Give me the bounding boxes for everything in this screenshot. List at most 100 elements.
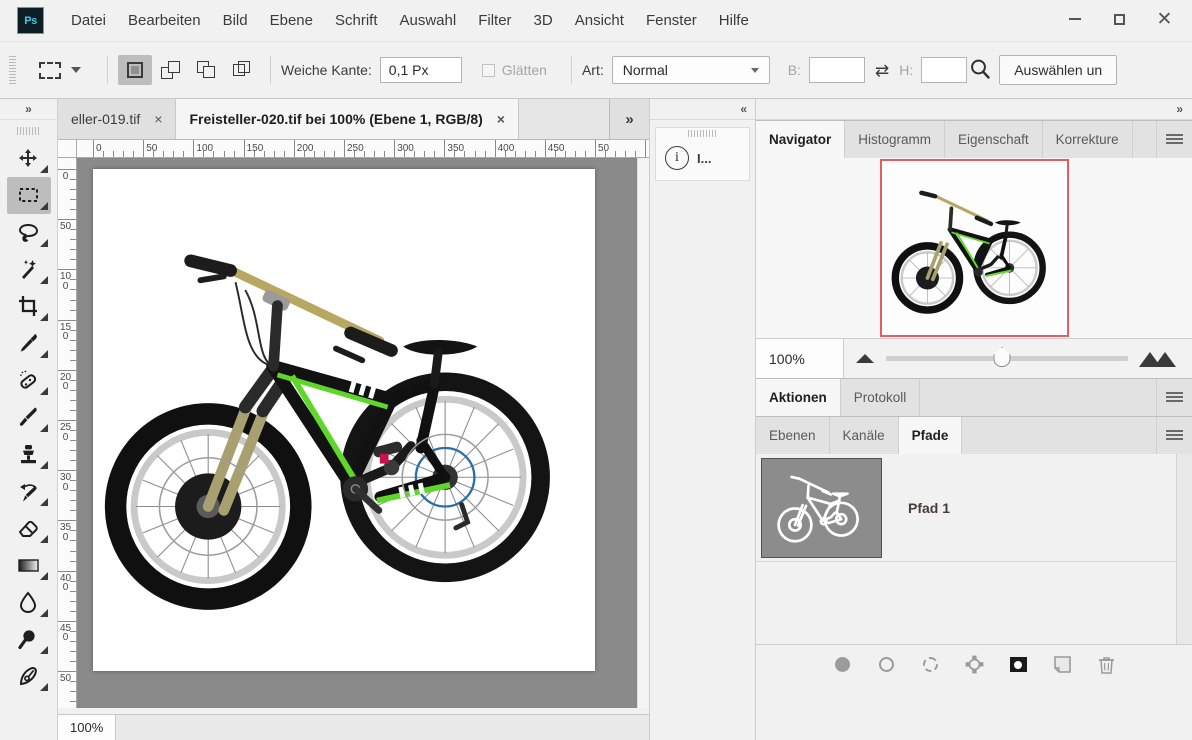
table-row[interactable]: Pfad 1 bbox=[756, 454, 1192, 562]
swap-arrows-icon[interactable]: ⇄ bbox=[875, 62, 889, 79]
pen-tool[interactable] bbox=[7, 658, 51, 695]
document-tab-active[interactable]: Freisteller-020.tif bei 100% (Ebene 1, R… bbox=[176, 99, 519, 139]
crop-tool[interactable] bbox=[7, 288, 51, 325]
stroke-path-button[interactable] bbox=[875, 654, 897, 676]
dodge-tool[interactable] bbox=[7, 621, 51, 658]
lasso-tool[interactable] bbox=[7, 214, 51, 251]
add-to-selection-button[interactable] bbox=[154, 55, 188, 85]
window-controls: ✕ bbox=[1052, 2, 1187, 36]
maximize-button[interactable] bbox=[1097, 2, 1142, 36]
brush-tool[interactable] bbox=[7, 399, 51, 436]
menu-item-ebene[interactable]: Ebene bbox=[259, 8, 324, 33]
small-mountain-icon[interactable] bbox=[856, 354, 874, 363]
canvas-viewport[interactable] bbox=[77, 158, 637, 708]
actions-panel-menu-button[interactable] bbox=[1156, 379, 1192, 416]
close-icon[interactable]: × bbox=[497, 111, 505, 127]
canvas-vertical-scrollbar[interactable] bbox=[637, 158, 649, 708]
delete-path-button[interactable] bbox=[1095, 654, 1117, 676]
menu-item-bearbeiten[interactable]: Bearbeiten bbox=[117, 8, 212, 33]
width-input[interactable] bbox=[809, 57, 865, 83]
active-tool-preview[interactable] bbox=[25, 62, 97, 79]
right-dock-expand-button[interactable]: » bbox=[756, 99, 1192, 120]
rectangular-marquee-tool[interactable] bbox=[7, 177, 51, 214]
chevron-down-icon[interactable] bbox=[71, 67, 81, 73]
menu-item-hilfe[interactable]: Hilfe bbox=[708, 8, 760, 33]
navigator-panel-menu-button[interactable] bbox=[1156, 121, 1192, 158]
tab-pfade[interactable]: Pfade bbox=[899, 417, 963, 454]
document-tab[interactable]: eller-019.tif× bbox=[58, 99, 176, 139]
vertical-ruler[interactable]: 05010015020025030035040045050 bbox=[58, 158, 77, 708]
navigator-panel-tabs: NavigatorHistogrammEigenschaftKorrekture bbox=[756, 121, 1192, 158]
intersect-selection-button[interactable] bbox=[226, 55, 260, 85]
info-panel-collapsed[interactable]: i I... bbox=[655, 127, 750, 181]
fill-path-button[interactable] bbox=[831, 654, 853, 676]
navigator-thumbnail[interactable] bbox=[880, 159, 1069, 337]
navigator-zoom-slider[interactable] bbox=[886, 356, 1128, 361]
panel-grip[interactable] bbox=[688, 130, 718, 137]
tab-overflow-button[interactable]: » bbox=[609, 99, 649, 140]
select-and-mask-button[interactable]: Auswählen un bbox=[999, 55, 1117, 85]
menu-item-ansicht[interactable]: Ansicht bbox=[564, 8, 635, 33]
selection-to-path-button[interactable] bbox=[963, 654, 985, 676]
tab-kan-le[interactable]: Kanäle bbox=[830, 417, 899, 454]
magic-wand-tool[interactable] bbox=[7, 251, 51, 288]
menu-item-filter[interactable]: Filter bbox=[467, 8, 522, 33]
tab-aktionen[interactable]: Aktionen bbox=[756, 379, 841, 416]
menu-item-auswahl[interactable]: Auswahl bbox=[389, 8, 468, 33]
mini-dock-collapse-button[interactable]: « bbox=[650, 99, 755, 120]
tab-ebenen[interactable]: Ebenen bbox=[756, 417, 830, 454]
blur-tool[interactable] bbox=[7, 584, 51, 621]
actions-tab-list: AktionenProtokoll bbox=[756, 379, 920, 416]
navigator-zoom-input[interactable]: 100% bbox=[756, 339, 844, 378]
path-to-selection-button[interactable] bbox=[919, 654, 941, 676]
eraser-tool[interactable] bbox=[7, 510, 51, 547]
ruler-minor-tick bbox=[234, 151, 235, 157]
toolbar-grip[interactable] bbox=[17, 124, 41, 138]
antialias-checkbox[interactable]: Glätten bbox=[482, 62, 555, 78]
ruler-minor-tick bbox=[70, 430, 76, 431]
menu-item-fenster[interactable]: Fenster bbox=[635, 8, 708, 33]
menu-item-3d[interactable]: 3D bbox=[523, 8, 564, 33]
style-select[interactable]: Normal bbox=[612, 56, 770, 84]
toolbar-collapse-button[interactable]: » bbox=[0, 99, 57, 120]
ruler-corner[interactable] bbox=[58, 140, 77, 158]
menu-item-datei[interactable]: Datei bbox=[60, 8, 117, 33]
eyedropper-tool[interactable] bbox=[7, 325, 51, 362]
close-icon[interactable]: × bbox=[154, 111, 162, 127]
history-brush-tool[interactable] bbox=[7, 473, 51, 510]
add-mask-button[interactable] bbox=[1007, 654, 1029, 676]
ruler-minor-tick bbox=[515, 151, 516, 157]
tab-korrekture[interactable]: Korrekture bbox=[1043, 121, 1133, 158]
minimize-button[interactable] bbox=[1052, 2, 1097, 36]
gradient-tool[interactable] bbox=[7, 547, 51, 584]
ruler-major-tick bbox=[58, 320, 76, 321]
tab-navigator[interactable]: Navigator bbox=[756, 121, 845, 158]
new-path-button[interactable] bbox=[1051, 654, 1073, 676]
tab-protokoll[interactable]: Protokoll bbox=[841, 379, 921, 416]
subtract-from-selection-button[interactable] bbox=[190, 55, 224, 85]
clone-stamp-tool[interactable] bbox=[7, 436, 51, 473]
paths-panel-menu-button[interactable] bbox=[1156, 417, 1192, 454]
close-button[interactable]: ✕ bbox=[1142, 2, 1187, 36]
new-selection-button[interactable] bbox=[118, 55, 152, 85]
menu-item-schrift[interactable]: Schrift bbox=[324, 8, 389, 33]
options-bar-grip[interactable] bbox=[9, 56, 16, 84]
ruler-minor-tick bbox=[304, 151, 305, 157]
canvas-image[interactable] bbox=[93, 169, 595, 671]
horizontal-ruler[interactable]: 05010015020025030035040045050 bbox=[77, 140, 649, 158]
paths-scrollbar[interactable] bbox=[1176, 454, 1192, 644]
move-tool[interactable] bbox=[7, 140, 51, 177]
tab-histogramm[interactable]: Histogramm bbox=[845, 121, 945, 158]
status-zoom-level[interactable]: 100% bbox=[58, 715, 116, 740]
healing-brush-tool[interactable] bbox=[7, 362, 51, 399]
zoom-slider-handle[interactable] bbox=[994, 347, 1011, 367]
ruler-minor-tick bbox=[203, 151, 204, 157]
large-mountain-icon[interactable] bbox=[1142, 351, 1178, 367]
height-input[interactable] bbox=[921, 57, 967, 83]
ruler-major-tick bbox=[58, 520, 76, 521]
feather-input[interactable]: 0,1 Px bbox=[380, 57, 462, 83]
tab-eigenschaft[interactable]: Eigenschaft bbox=[945, 121, 1043, 158]
menu-item-bild[interactable]: Bild bbox=[212, 8, 259, 33]
trash-icon bbox=[1098, 656, 1115, 674]
magnifier-icon[interactable] bbox=[969, 58, 991, 83]
